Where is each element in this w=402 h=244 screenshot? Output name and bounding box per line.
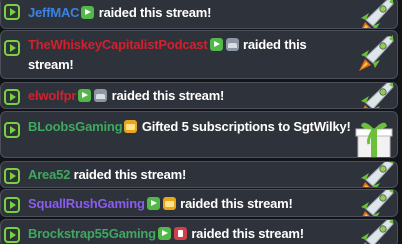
alert-message: TheWhiskeyCapitalistPodcast raided this … <box>28 35 351 75</box>
rocket-icon <box>361 220 394 244</box>
alert-username[interactable]: Brockstrap55Gaming <box>28 226 156 241</box>
alert-card: SquallRushGaming raided this stream! <box>0 189 398 217</box>
alert-username[interactable]: SquallRushGaming <box>28 196 145 211</box>
alert-text: raided this stream! <box>98 5 212 20</box>
alert-card: TheWhiskeyCapitalistPodcast raided this … <box>0 30 398 79</box>
alert-message: SquallRushGaming raided this stream! <box>28 194 351 214</box>
rocket-icon <box>361 83 394 108</box>
alert-card: BLoobsGaming Gifted 5 subscriptions to S… <box>0 111 398 158</box>
play-icon <box>4 122 20 138</box>
rocket-icon <box>361 162 394 187</box>
alert-card: elwolfpr raided this stream! <box>0 82 398 109</box>
alert-message: elwolfpr raided this stream! <box>28 86 351 106</box>
green-badge-icon <box>209 38 223 51</box>
alert-username[interactable]: elwolfpr <box>28 88 76 103</box>
alert-message: Area52 raided this stream! <box>28 165 351 185</box>
alert-username[interactable]: JeffMAC <box>28 5 80 20</box>
alert-username[interactable]: TheWhiskeyCapitalistPodcast <box>28 37 208 52</box>
alert-text: Gifted 5 subscriptions to SgtWilky! <box>141 119 351 134</box>
alert-text: raided this stream! <box>73 167 187 182</box>
alert-text: raided this stream! <box>191 226 304 241</box>
gray-badge-icon <box>94 89 108 102</box>
rocket-icon <box>359 35 394 71</box>
alert-message: JeffMAC raided this stream! <box>28 3 351 23</box>
play-icon <box>4 89 20 105</box>
gray-badge-icon <box>225 38 239 51</box>
alert-text: raided this stream! <box>180 196 293 211</box>
play-icon <box>4 168 20 184</box>
rocket-icon <box>361 0 394 28</box>
alert-message: BLoobsGaming Gifted 5 subscriptions to S… <box>28 117 351 137</box>
green-badge-icon <box>146 197 160 210</box>
alert-card: Area52 raided this stream! <box>0 161 398 188</box>
alert-feed: JeffMAC raided this stream! TheWhiskeyCap… <box>0 0 402 244</box>
red-badge-icon <box>173 227 187 240</box>
play-icon <box>4 197 20 213</box>
rocket-icon <box>361 190 394 216</box>
alert-card: Brockstrap55Gaming raided this stream! <box>0 219 398 244</box>
gift-icon <box>355 122 393 157</box>
play-icon <box>4 40 20 56</box>
alert-username[interactable]: BLoobsGaming <box>28 119 123 134</box>
green-badge-icon <box>78 89 92 102</box>
gold-badge-icon <box>162 197 176 210</box>
alert-message: Brockstrap55Gaming raided this stream! <box>28 224 351 244</box>
gold-badge-icon <box>124 120 138 133</box>
alert-text: raided this stream! <box>111 88 225 103</box>
alert-card: JeffMAC raided this stream! <box>0 0 398 29</box>
green-badge-icon <box>81 6 95 19</box>
green-badge-icon <box>157 227 171 240</box>
play-icon <box>4 4 20 20</box>
alert-username[interactable]: Area52 <box>28 167 70 182</box>
play-icon <box>4 227 20 243</box>
